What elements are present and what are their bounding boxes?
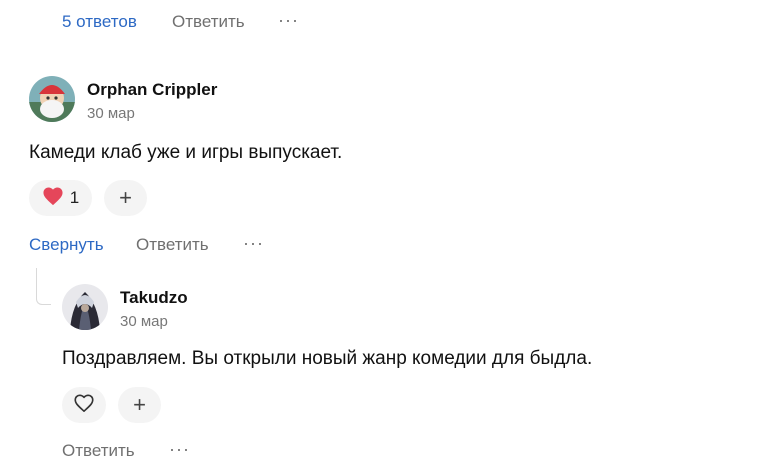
thread-connector	[36, 268, 51, 305]
like-count: 1	[69, 188, 80, 207]
avatar[interactable]	[29, 76, 75, 122]
more-options-button[interactable]: ···	[278, 10, 299, 31]
avatar[interactable]	[62, 284, 108, 330]
comment-date[interactable]: 30 мар	[87, 105, 135, 122]
reply-text: Поздравляем. Вы открыли новый жанр комед…	[62, 348, 593, 369]
add-reaction-button[interactable]: +	[104, 180, 147, 216]
like-button[interactable]: 1	[29, 180, 92, 216]
avatar-image	[29, 76, 75, 122]
heart-filled-icon	[42, 186, 64, 211]
reply-button[interactable]: Ответить	[136, 235, 209, 255]
collapse-replies-link[interactable]: Свернуть	[29, 235, 104, 255]
reply-author[interactable]: Takudzo	[120, 288, 188, 308]
reply-button[interactable]: Ответить	[62, 441, 135, 461]
heart-outline-icon	[73, 393, 95, 418]
reply-button[interactable]: Ответить	[172, 12, 245, 32]
comment-author[interactable]: Orphan Crippler	[87, 80, 217, 100]
comment-text: Камеди клаб уже и игры выпускает.	[29, 142, 343, 163]
plus-icon: +	[119, 185, 132, 210]
avatar-image	[62, 284, 108, 330]
more-options-button[interactable]: ···	[243, 233, 264, 254]
plus-icon: +	[133, 392, 146, 417]
more-options-button[interactable]: ···	[169, 439, 190, 460]
reply-date[interactable]: 30 мар	[120, 313, 168, 330]
like-button[interactable]	[62, 387, 106, 423]
replies-link[interactable]: 5 ответов	[62, 12, 137, 32]
comments-thread: 5 ответов Ответить ··· Orphan Crippler 3…	[0, 0, 777, 471]
add-reaction-button[interactable]: +	[118, 387, 161, 423]
